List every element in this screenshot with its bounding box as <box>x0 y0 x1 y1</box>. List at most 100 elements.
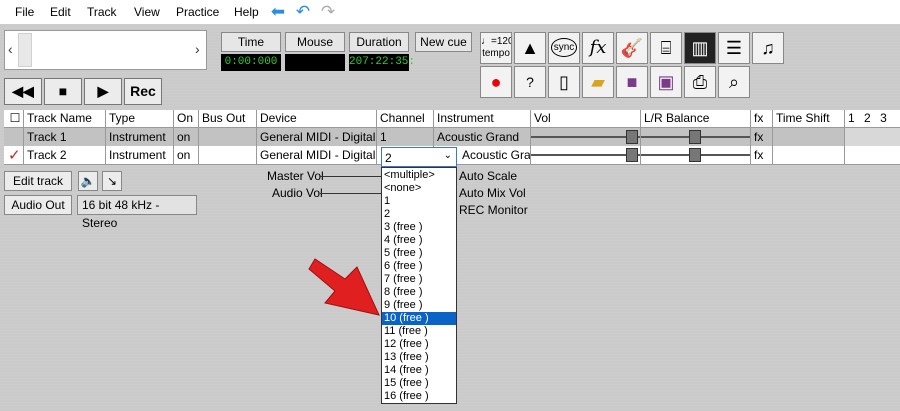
select-all-checkbox[interactable]: ☐ <box>4 110 24 128</box>
stop-button[interactable]: ■ <box>44 78 82 105</box>
rec-monitor-label[interactable]: REC Monitor <box>459 203 528 217</box>
wand-icon[interactable]: ↘ <box>102 171 122 191</box>
duration-button[interactable]: Duration <box>349 32 409 52</box>
track-name-cell[interactable]: Track 2 <box>24 146 106 165</box>
track-device-cell[interactable]: General MIDI - Digital K <box>257 146 377 165</box>
channel-option[interactable]: 1 <box>382 195 456 208</box>
mixer-icon[interactable]: ☰ <box>718 32 750 64</box>
header-time-shift[interactable]: Time Shift <box>773 110 845 128</box>
rewind-button[interactable]: ◀◀ <box>4 78 42 105</box>
channel-option[interactable]: 7 (free ) <box>382 273 456 286</box>
track-instrument-cell[interactable]: Acoustic Grand <box>434 128 531 146</box>
save-as-icon[interactable]: ▣ <box>650 66 682 98</box>
chevron-down-icon[interactable]: ⌄ <box>444 150 452 161</box>
header-track-name[interactable]: Track Name <box>24 110 106 128</box>
note-speaker-icon[interactable]: ♫ <box>752 32 784 64</box>
record-keyboard-icon[interactable]: ● <box>480 66 512 98</box>
channel-option[interactable]: 11 (free ) <box>382 325 456 338</box>
tempo-button[interactable]: ♩=120 tempo <box>480 32 512 64</box>
channel-option[interactable]: 6 (free ) <box>382 260 456 273</box>
audio-vol-slider[interactable] <box>320 193 382 194</box>
channel-option[interactable]: 12 (free ) <box>382 338 456 351</box>
speaker-icon[interactable]: 🔈 <box>78 171 98 191</box>
new-file-icon[interactable]: ▯ <box>548 66 580 98</box>
channel-dropdown-list[interactable]: <multiple> <none> 1 2 3 (free ) 4 (free … <box>381 167 457 404</box>
header-on[interactable]: On <box>174 110 199 128</box>
open-folder-icon[interactable]: ▰ <box>582 66 614 98</box>
mouse-button[interactable]: Mouse <box>285 32 345 52</box>
header-fx[interactable]: fx <box>751 110 773 128</box>
track-bus-cell[interactable] <box>199 128 257 146</box>
midi-device-icon[interactable]: ⌸ <box>650 32 682 64</box>
header-instrument[interactable]: Instrument <box>434 110 531 128</box>
print-icon[interactable]: ⎙ <box>684 66 716 98</box>
track-timeshift-cell[interactable] <box>773 128 845 146</box>
auto-scale-label[interactable]: Auto Scale <box>459 169 517 183</box>
track-device-cell[interactable]: General MIDI - Digital K <box>257 128 377 146</box>
track-on-cell[interactable]: on <box>174 128 199 146</box>
save-icon[interactable]: ■ <box>616 66 648 98</box>
track-channel-cell[interactable]: 1 <box>377 128 434 146</box>
header-type[interactable]: Type <box>106 110 174 128</box>
vol-slider[interactable] <box>531 146 641 165</box>
table-row-checkbox[interactable] <box>4 128 24 146</box>
channel-option[interactable]: 8 (free ) <box>382 286 456 299</box>
channel-option[interactable]: 13 (free ) <box>382 351 456 364</box>
new-cue-button[interactable]: New cue <box>415 32 472 52</box>
undo-icon[interactable]: ↶ <box>293 3 313 20</box>
scroll-right-icon[interactable]: › <box>195 41 200 57</box>
channel-option[interactable]: 14 (free ) <box>382 364 456 377</box>
channel-select[interactable]: 2 ⌄ <box>381 147 457 167</box>
channel-option-highlighted[interactable]: 10 (free ) <box>382 312 456 325</box>
track-name-cell[interactable]: Track 1 <box>24 128 106 146</box>
track-fx-cell[interactable]: fx <box>751 128 773 146</box>
balance-slider-knob[interactable] <box>689 148 701 162</box>
check-icon[interactable]: ✓ <box>4 146 24 165</box>
metronome-icon[interactable]: ▲ <box>514 32 546 64</box>
menu-help[interactable]: Help <box>234 5 259 19</box>
vol-slider-knob[interactable] <box>626 130 638 144</box>
balance-slider[interactable] <box>641 146 751 165</box>
menu-edit[interactable]: Edit <box>50 5 71 19</box>
auto-mix-vol-label[interactable]: Auto Mix Vol <box>459 186 526 200</box>
track-type-cell[interactable]: Instrument <box>106 128 174 146</box>
header-bus-out[interactable]: Bus Out <box>199 110 257 128</box>
channel-option[interactable]: <multiple> <box>382 169 456 182</box>
menu-track[interactable]: Track <box>87 5 117 19</box>
edit-track-button[interactable]: Edit track <box>4 171 72 191</box>
track-timeshift-cell[interactable] <box>773 146 845 165</box>
master-vol-slider[interactable] <box>320 176 382 177</box>
channel-option[interactable]: 5 (free ) <box>382 247 456 260</box>
vol-slider-knob[interactable] <box>626 148 638 162</box>
keyboard-icon[interactable]: ▥ <box>684 32 716 64</box>
channel-option[interactable]: 4 (free ) <box>382 234 456 247</box>
track-on-cell[interactable]: on <box>174 146 199 165</box>
scroll-left-icon[interactable]: ‹ <box>8 41 13 57</box>
header-device[interactable]: Device <box>257 110 377 128</box>
channel-option[interactable]: 16 (free ) <box>382 390 456 403</box>
audio-out-button[interactable]: Audio Out <box>4 195 72 215</box>
header-channel[interactable]: Channel <box>377 110 434 128</box>
menu-file[interactable]: File <box>15 5 34 19</box>
channel-option[interactable]: 15 (free ) <box>382 377 456 390</box>
balance-slider[interactable] <box>641 128 751 146</box>
channel-option[interactable]: 9 (free ) <box>382 299 456 312</box>
header-lr-balance[interactable]: L/R Balance <box>641 110 751 128</box>
fx-button[interactable]: fx <box>582 32 614 64</box>
track-type-cell[interactable]: Instrument <box>106 146 174 165</box>
redo-icon[interactable]: ↷ <box>318 3 338 20</box>
print-preview-icon[interactable]: ⌕ <box>718 66 750 98</box>
header-vol[interactable]: Vol <box>531 110 641 128</box>
track-fx-cell[interactable]: fx <box>751 146 773 165</box>
channel-option[interactable]: 3 (free ) <box>382 221 456 234</box>
help-icon[interactable]: ? <box>514 66 546 98</box>
record-button[interactable]: Rec <box>124 78 162 105</box>
menu-practice[interactable]: Practice <box>176 5 219 19</box>
channel-option[interactable]: <none> <box>382 182 456 195</box>
header-measures[interactable]: 1 2 3 <box>845 110 900 128</box>
sync-button[interactable]: sync <box>548 32 580 64</box>
play-button[interactable]: ▶ <box>84 78 122 105</box>
time-button[interactable]: Time <box>221 32 281 52</box>
track-bus-cell[interactable] <box>199 146 257 165</box>
channel-option[interactable]: 2 <box>382 208 456 221</box>
